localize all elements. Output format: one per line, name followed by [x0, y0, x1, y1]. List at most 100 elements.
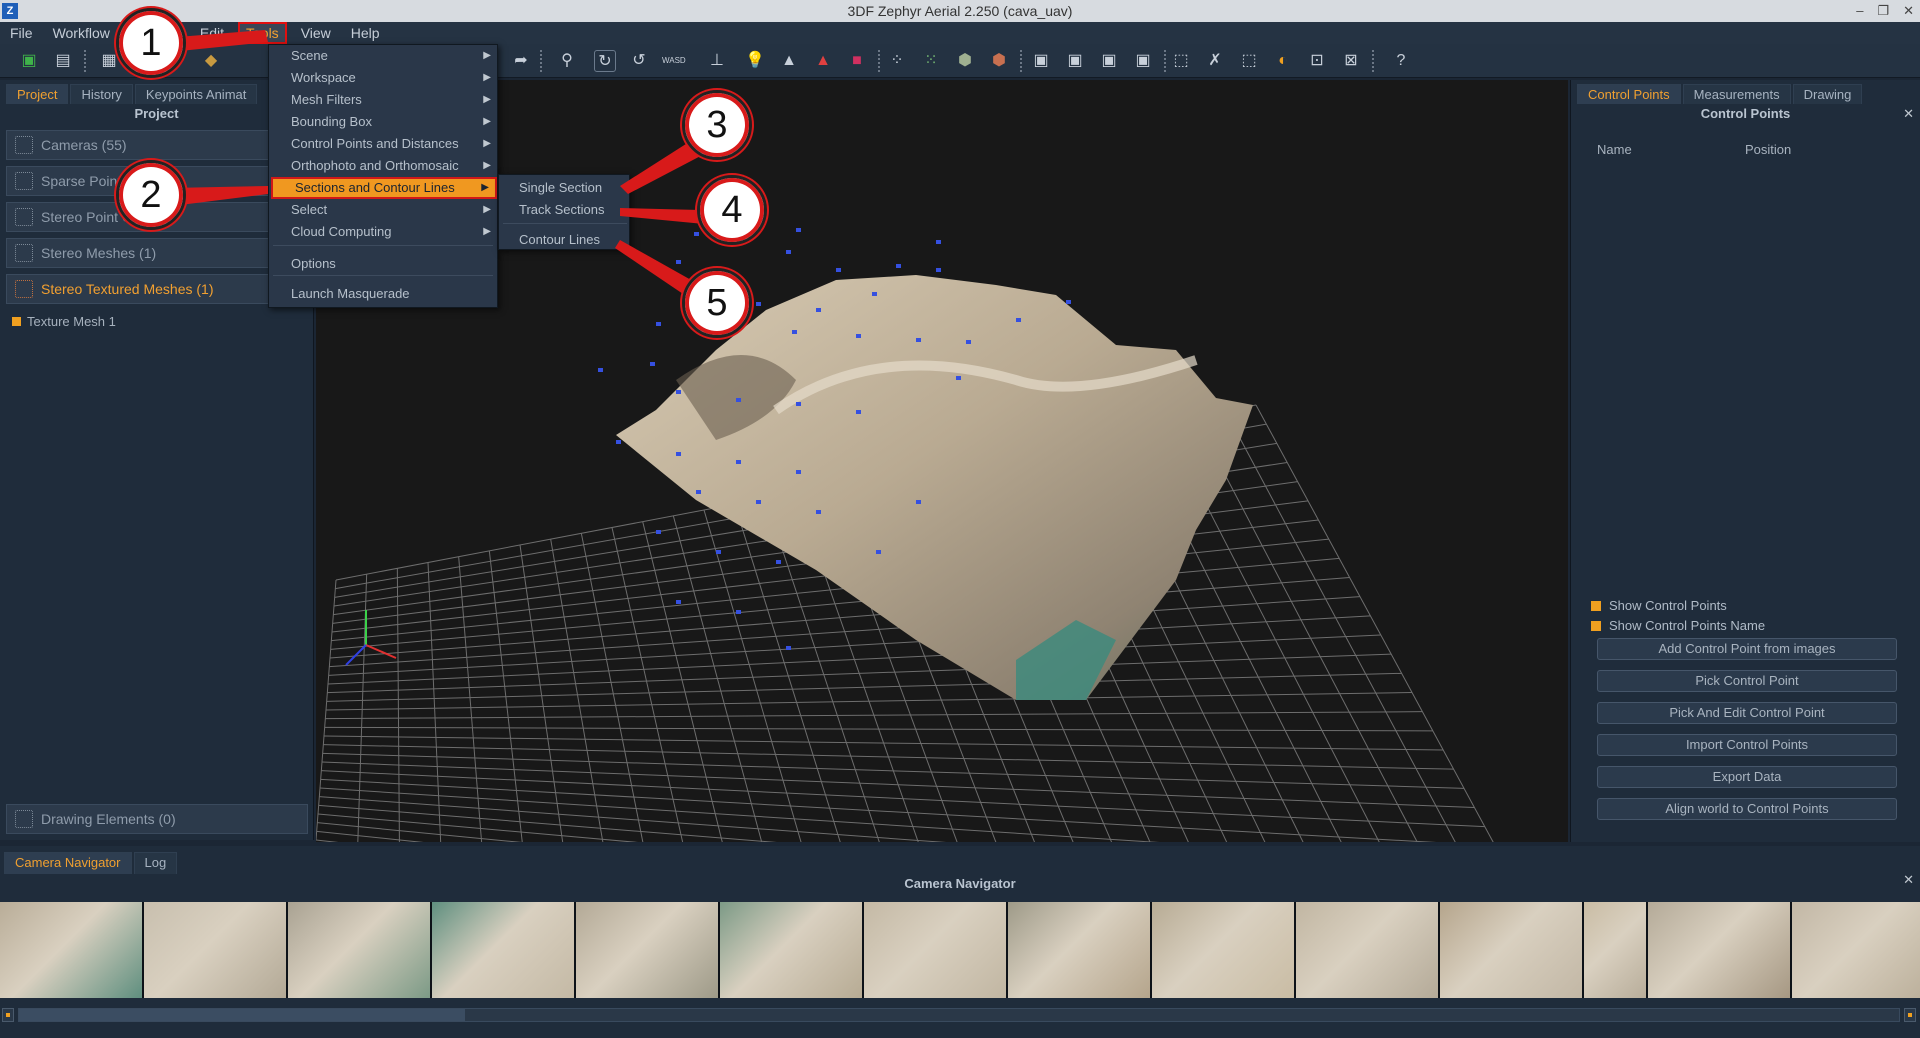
- camera-thumbnail[interactable]: [1008, 902, 1152, 998]
- tool-icon[interactable]: ⚲: [556, 50, 578, 72]
- menu-tools[interactable]: Tools: [238, 22, 287, 44]
- column-name[interactable]: Name: [1597, 142, 1745, 157]
- close-icon[interactable]: ✕: [1903, 106, 1914, 122]
- axis-icon[interactable]: ⊥: [706, 50, 728, 72]
- camera-thumbnail[interactable]: [1296, 902, 1440, 998]
- minimize-button[interactable]: –: [1856, 0, 1863, 22]
- sections-submenu-item[interactable]: Contour Lines: [499, 229, 629, 251]
- tab-measurements[interactable]: Measurements: [1682, 84, 1791, 104]
- tab-camera-navigator[interactable]: Camera Navigator: [4, 852, 132, 874]
- camera-thumbnail[interactable]: [576, 902, 720, 998]
- pick-edit-control-point-button[interactable]: Pick And Edit Control Point: [1597, 702, 1897, 724]
- new-project-icon[interactable]: ▣: [18, 50, 40, 72]
- tools-menu-item[interactable]: Scene ▶: [269, 45, 497, 67]
- checkbox-box[interactable]: [1591, 620, 1601, 631]
- show-control-points-checkbox[interactable]: Show Control Points: [1591, 598, 1727, 613]
- selection-icon[interactable]: ⬚: [1170, 50, 1192, 72]
- checkbox-box[interactable]: [1591, 600, 1601, 611]
- mesh-icon: [15, 244, 33, 262]
- crop-icon[interactable]: ⊡: [1306, 50, 1328, 72]
- tab-control-points[interactable]: Control Points: [1577, 84, 1681, 104]
- orbit-icon[interactable]: ↻: [594, 50, 616, 72]
- rotate-icon[interactable]: ↺: [628, 50, 650, 72]
- thumbnail-scrollbar[interactable]: [18, 1008, 1900, 1022]
- select-box3-icon[interactable]: ▣: [1098, 50, 1120, 72]
- shade-icon[interactable]: ◐: [1272, 50, 1294, 72]
- wasd-icon[interactable]: WASD: [662, 50, 686, 72]
- scroll-left-button[interactable]: [2, 1008, 14, 1022]
- mesh-icon[interactable]: ◆: [200, 50, 222, 72]
- tools-menu-item[interactable]: Workspace ▶: [269, 67, 497, 89]
- scroll-right-button[interactable]: [1904, 1008, 1916, 1022]
- visibility-checkbox[interactable]: [12, 317, 21, 326]
- menu-help[interactable]: Help: [341, 22, 390, 44]
- points-icon[interactable]: ⁘: [886, 50, 908, 72]
- tools-menu-item[interactable]: Select ▶: [269, 199, 497, 221]
- camera-thumbnail[interactable]: [864, 902, 1008, 998]
- camera-navigator-panel: Camera Navigator Log Camera Navigator ✕: [0, 846, 1920, 1038]
- sections-submenu-item[interactable]: Track Sections: [499, 199, 629, 221]
- textured-mesh-icon[interactable]: ⬢: [988, 50, 1010, 72]
- submenu-arrow-icon: ▶: [483, 204, 491, 215]
- tools-menu-item[interactable]: Sections and Contour Lines ▶: [271, 177, 497, 199]
- help-icon[interactable]: ?: [1390, 50, 1412, 72]
- camera-thumbnail[interactable]: [720, 902, 864, 998]
- close-button[interactable]: ✕: [1903, 0, 1914, 22]
- dense-points-icon[interactable]: ⁙: [920, 50, 942, 72]
- camera-thumbnail[interactable]: [1792, 902, 1920, 998]
- menu-workflow[interactable]: Workflow: [43, 22, 120, 44]
- camera-thumbnail[interactable]: [0, 902, 144, 998]
- stereo-meshes-button[interactable]: Stereo Meshes (1): [6, 238, 307, 268]
- stereo-textured-meshes-button[interactable]: Stereo Textured Meshes (1): [6, 274, 307, 304]
- drawing-elements-button[interactable]: Drawing Elements (0): [6, 804, 308, 834]
- mesh-view-icon[interactable]: ⬢: [954, 50, 976, 72]
- camera-thumbnail[interactable]: [1584, 902, 1648, 998]
- tools-menu-item[interactable]: Bounding Box ▶: [269, 111, 497, 133]
- tab-keypoints-animation[interactable]: Keypoints Animat: [134, 84, 258, 104]
- tools-menu-item[interactable]: Orthophoto and Orthomosaic ▶: [269, 155, 497, 177]
- triangle-icon[interactable]: ▲: [778, 50, 800, 72]
- menu-view[interactable]: View: [291, 22, 341, 44]
- tab-history[interactable]: History: [70, 84, 133, 104]
- align-world-button[interactable]: Align world to Control Points: [1597, 798, 1897, 820]
- export-data-button[interactable]: Export Data: [1597, 766, 1897, 788]
- delete-selection-icon[interactable]: ⊠: [1340, 50, 1362, 72]
- pick-control-point-button[interactable]: Pick Control Point: [1597, 670, 1897, 692]
- tree-item-texture-mesh[interactable]: Texture Mesh 1: [12, 314, 313, 329]
- save-icon[interactable]: ▤: [52, 50, 74, 72]
- deselect-icon[interactable]: ✗: [1204, 50, 1226, 72]
- scroll-thumb[interactable]: [19, 1009, 465, 1021]
- render-icon[interactable]: ■: [846, 50, 868, 72]
- tools-menu-item[interactable]: Options: [269, 253, 497, 275]
- camera-thumbnail[interactable]: [288, 902, 432, 998]
- show-control-points-name-checkbox[interactable]: Show Control Points Name: [1591, 618, 1765, 633]
- restore-button[interactable]: ❐: [1877, 0, 1889, 22]
- cameras-button[interactable]: Cameras (55): [6, 130, 307, 160]
- camera-thumbnail[interactable]: [144, 902, 288, 998]
- sections-submenu-item[interactable]: Single Section: [499, 177, 629, 199]
- color-triangle-icon[interactable]: ▲: [812, 50, 834, 72]
- tools-menu-item[interactable]: Mesh Filters ▶: [269, 89, 497, 111]
- select-box2-icon[interactable]: ▣: [1064, 50, 1086, 72]
- tools-menu-item[interactable]: Cloud Computing ▶: [269, 221, 497, 243]
- menu-file[interactable]: File: [0, 22, 43, 44]
- add-control-point-button[interactable]: Add Control Point from images: [1597, 638, 1897, 660]
- light-icon[interactable]: 💡: [744, 50, 766, 72]
- tab-log[interactable]: Log: [133, 852, 178, 874]
- tools-menu-item[interactable]: Launch Masquerade: [269, 283, 497, 305]
- camera-thumbnail[interactable]: [1648, 902, 1792, 998]
- column-position[interactable]: Position: [1745, 142, 1791, 157]
- import-control-points-button[interactable]: Import Control Points: [1597, 734, 1897, 756]
- tools-menu-item[interactable]: Control Points and Distances ▶: [269, 133, 497, 155]
- tab-drawing[interactable]: Drawing: [1792, 84, 1863, 104]
- redo-icon[interactable]: ➦: [510, 50, 532, 72]
- select-box4-icon[interactable]: ▣: [1132, 50, 1154, 72]
- select-box-icon[interactable]: ▣: [1030, 50, 1052, 72]
- close-icon[interactable]: ✕: [1903, 872, 1914, 888]
- camera-thumbnail[interactable]: [1152, 902, 1296, 998]
- camera-thumbnail[interactable]: [432, 902, 576, 998]
- menu-edit[interactable]: Edit: [190, 22, 234, 44]
- camera-thumbnail[interactable]: [1440, 902, 1584, 998]
- tab-project[interactable]: Project: [6, 84, 69, 104]
- invert-selection-icon[interactable]: ⬚: [1238, 50, 1260, 72]
